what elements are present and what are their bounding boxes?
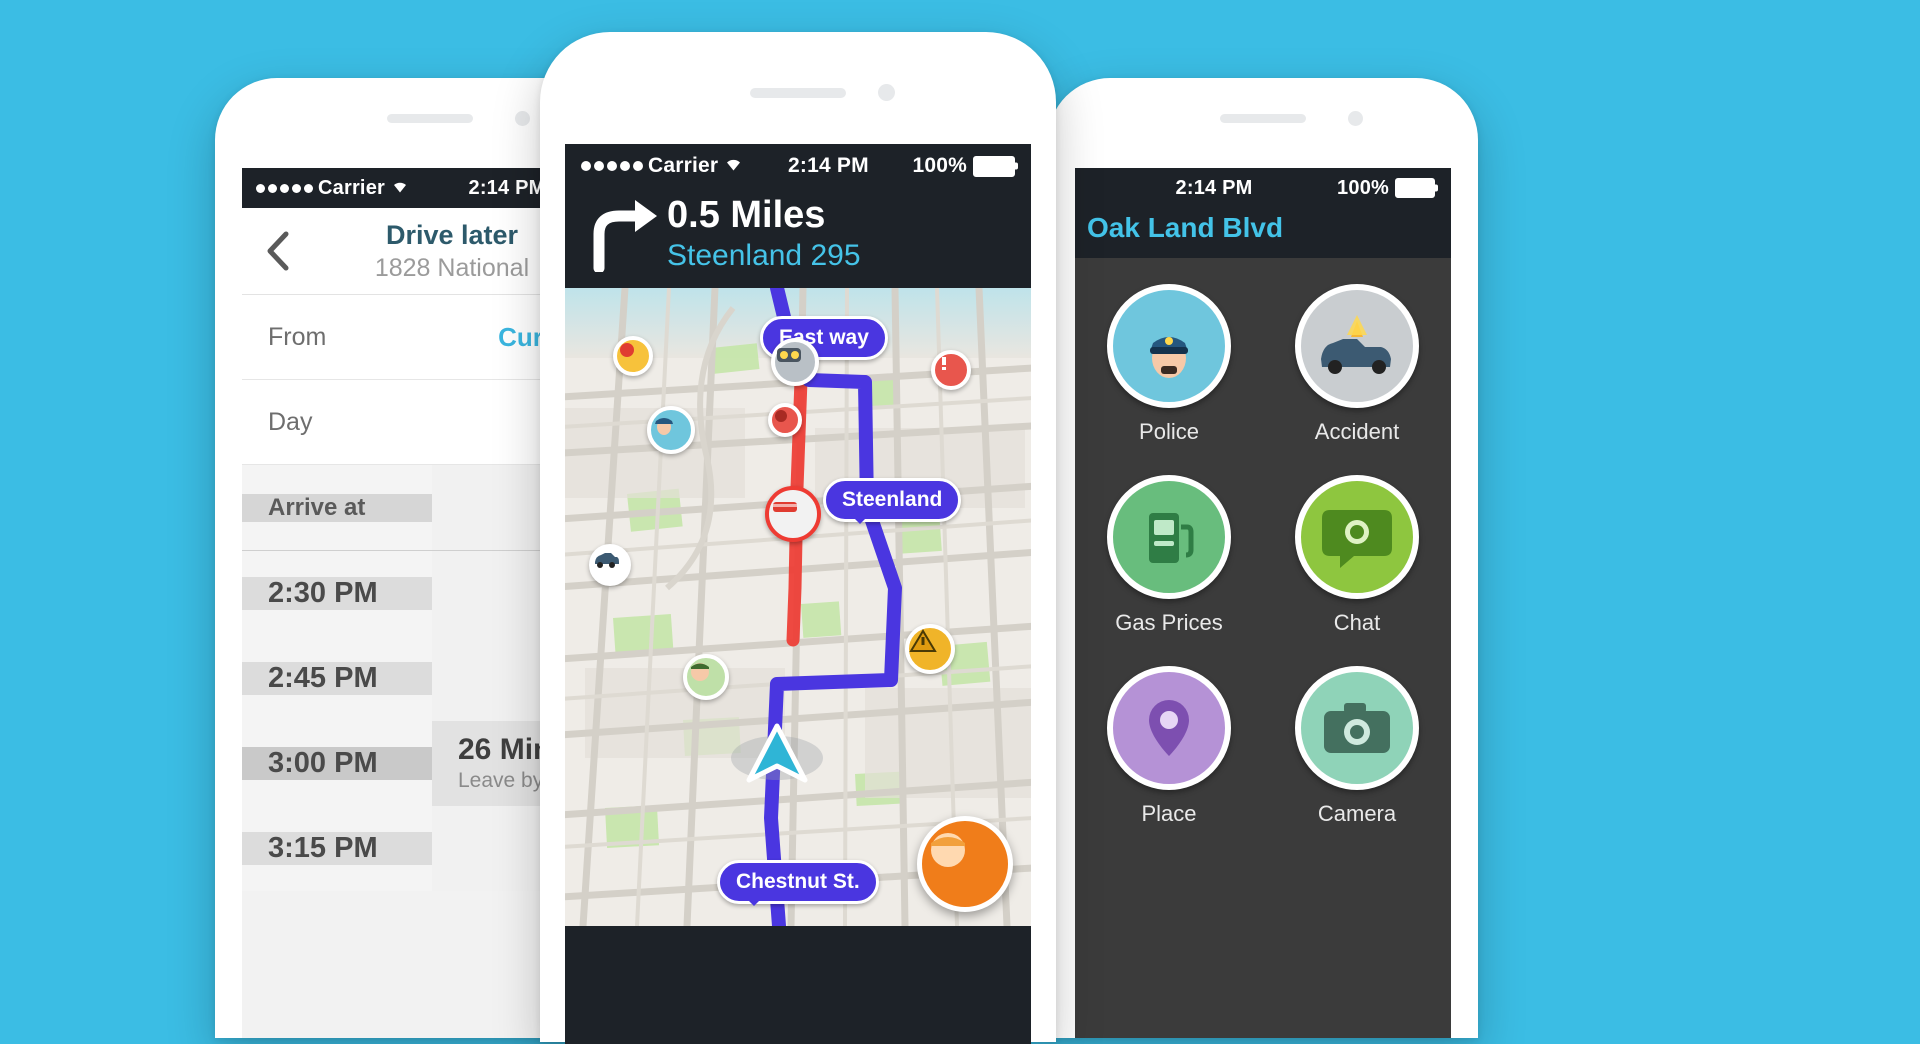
carrier-label: Carrier [318, 176, 385, 199]
chevron-left-icon [267, 231, 289, 271]
place-pin-icon [1107, 666, 1231, 790]
police-icon [1107, 284, 1231, 408]
report-item-camera[interactable]: Camera [1277, 666, 1437, 827]
current-street-title: Oak Land Blvd [1075, 208, 1451, 258]
report-label: Chat [1333, 610, 1381, 635]
accident-icon [1295, 284, 1419, 408]
report-item-chat[interactable]: Chat [1277, 475, 1437, 636]
day-label: Day [268, 407, 313, 436]
picker-row-time-cell: 2:45 PM [242, 662, 432, 695]
carrier-label: Carrier [648, 154, 719, 177]
arrive-at-label: Arrive at [268, 493, 366, 521]
report-label: Police [1139, 419, 1199, 444]
front-camera [878, 84, 895, 101]
wifi-icon [390, 177, 410, 200]
phone-center-screen: Carrier 2:14 PM 100% 0.5 Miles Steenland… [565, 144, 1031, 1044]
navigation-map[interactable]: East way Steenland Chestnut St. [565, 288, 1031, 927]
center-status-bar: Carrier 2:14 PM 100% [565, 144, 1031, 188]
center-status-right: 100% [912, 154, 1015, 178]
picker-row-time-cell: 2:30 PM [242, 577, 432, 610]
report-item-gas-prices[interactable]: Gas Prices [1089, 475, 1249, 636]
alert-pin-icon[interactable] [931, 350, 971, 391]
mood-pin-icon[interactable] [683, 654, 729, 701]
earpiece-speaker [750, 88, 846, 98]
picker-time: 2:30 PM [268, 577, 378, 609]
report-row-1: Police Accident [1075, 284, 1451, 445]
picker-time: 3:00 PM [268, 747, 378, 779]
phone-center-device: Carrier 2:14 PM 100% 0.5 Miles Steenland… [540, 32, 1056, 1044]
battery-percent: 100% [912, 154, 967, 177]
picker-header-left: Arrive at [242, 493, 432, 522]
gas-pump-icon [1107, 475, 1231, 599]
picker-row-time-cell: 3:15 PM [242, 832, 432, 865]
report-mood-button-icon [931, 833, 965, 868]
report-mood-button[interactable] [917, 816, 1013, 913]
chat-camera-icon [1295, 475, 1419, 599]
right-status-bar: 2:14 PM 100% [1075, 168, 1451, 208]
traffic-camera-pin-icon[interactable] [771, 338, 819, 387]
left-status-signal: Carrier [256, 177, 410, 200]
battery-percent: 100% [1337, 176, 1389, 199]
report-label: Accident [1314, 419, 1400, 444]
map-label-steenland[interactable]: Steenland [823, 478, 962, 525]
turn-instruction-banner: 0.5 Miles Steenland 295 [565, 188, 1031, 289]
earpiece-speaker [387, 114, 473, 123]
battery-full-icon [973, 155, 1015, 177]
front-camera [515, 111, 530, 126]
camera-icon [1295, 666, 1419, 790]
turn-right-arrow-icon [579, 194, 667, 273]
turn-distance: 0.5 Miles [667, 194, 826, 236]
picker-row-time-cell: 3:00 PM [242, 747, 432, 780]
center-status-signal: Carrier [581, 154, 744, 178]
from-label: From [268, 322, 327, 351]
road-closed-pin-icon[interactable] [765, 486, 821, 543]
warning-triangle-pin-icon[interactable] [905, 624, 955, 675]
report-menu-grid: Police Accident Gas Prices Chat Place Ca… [1075, 258, 1451, 1038]
right-status-right: 100% [1337, 177, 1435, 200]
battery-full-icon [1395, 178, 1435, 198]
signal-dots-icon [256, 183, 313, 193]
phone-right-screen: 2:14 PM 100% Oak Land Blvd Police Accide… [1075, 168, 1451, 1038]
center-status-time: 2:14 PM [788, 154, 869, 177]
turn-texts: 0.5 Miles Steenland 295 [667, 194, 861, 272]
report-row-3: Place Camera [1075, 666, 1451, 827]
screenshot-stage: Carrier 2:14 PM Drive later 1828 Nationa… [0, 0, 1920, 1044]
report-item-accident[interactable]: Accident [1277, 284, 1437, 445]
report-item-police[interactable]: Police [1089, 284, 1249, 445]
picker-time: 2:45 PM [268, 662, 378, 694]
police-car-pin-icon[interactable] [589, 544, 631, 587]
report-row-2: Gas Prices Chat [1075, 475, 1451, 636]
picker-time: 3:15 PM [268, 832, 378, 864]
front-camera [1348, 111, 1363, 126]
report-item-place[interactable]: Place [1089, 666, 1249, 827]
report-label: Camera [1317, 801, 1397, 826]
back-button[interactable] [256, 230, 300, 272]
right-status-time: 2:14 PM [1175, 176, 1253, 199]
wifi-icon [723, 154, 744, 178]
earpiece-speaker [1220, 114, 1306, 123]
turn-street: Steenland 295 [667, 238, 861, 272]
signal-dots-icon [581, 161, 643, 171]
map-label-chestnut-st[interactable]: Chestnut St. [717, 860, 879, 907]
phone-right-device: 2:14 PM 100% Oak Land Blvd Police Accide… [1048, 78, 1478, 1038]
report-label: Place [1141, 801, 1197, 826]
hazard-pin-icon[interactable] [613, 336, 653, 377]
report-label: Gas Prices [1115, 610, 1223, 635]
accident-pin-icon[interactable] [768, 403, 802, 438]
police-pin-icon[interactable] [647, 406, 695, 455]
